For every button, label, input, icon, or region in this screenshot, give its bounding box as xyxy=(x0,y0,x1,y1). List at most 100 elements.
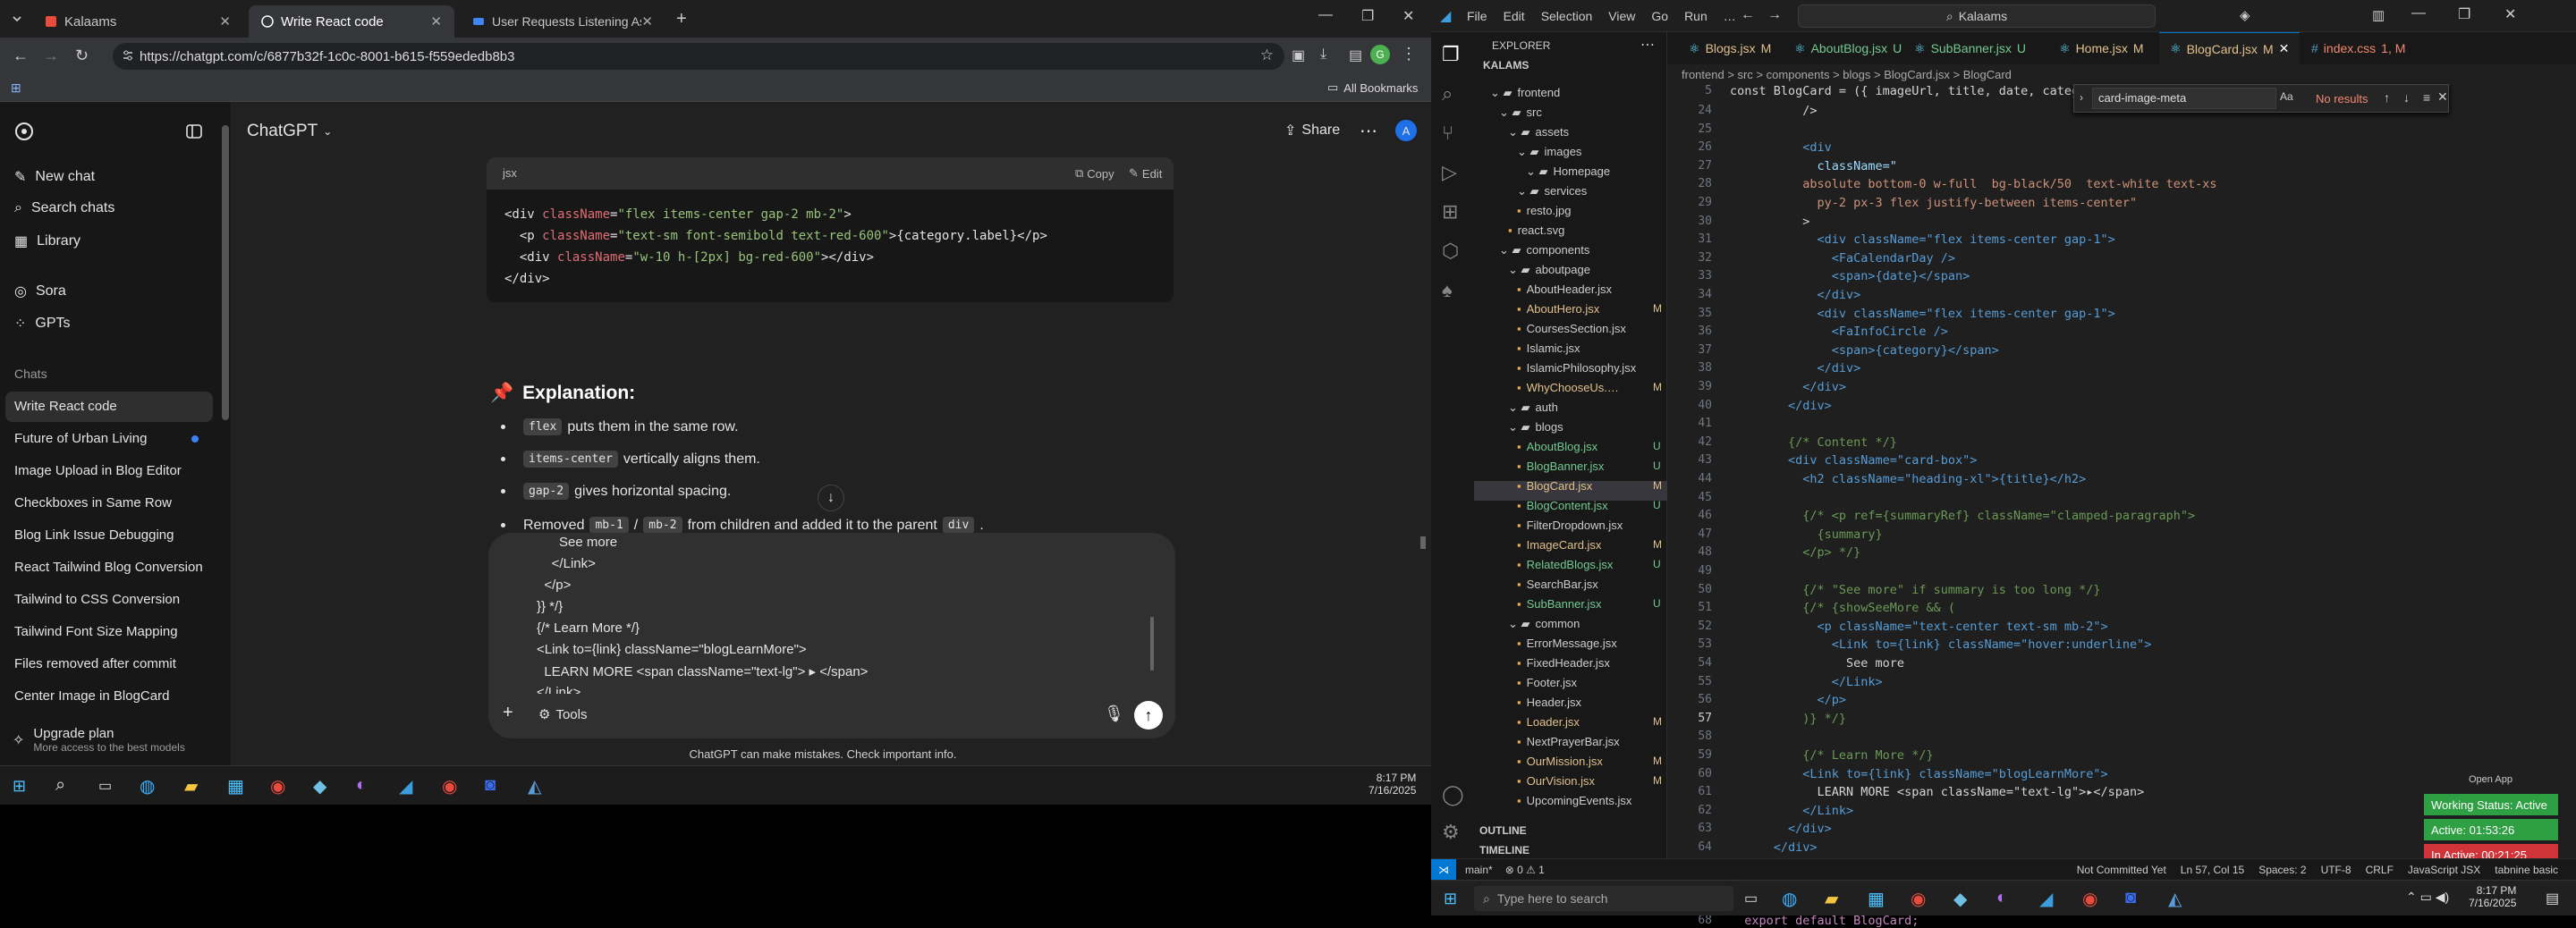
taskbar-search-icon[interactable]: ⌕ xyxy=(55,775,65,796)
chat-item[interactable]: Write React code xyxy=(14,399,117,414)
system-tray-icon[interactable]: ⌃ ▭ ◀) xyxy=(2406,890,2449,905)
tree-file[interactable]: ▪ FilterDropdown.jsx xyxy=(1517,519,1623,532)
tree-file[interactable]: ▪ WhyChooseUs.… xyxy=(1517,381,1619,394)
copilot-icon[interactable]: ◈ xyxy=(2240,7,2250,23)
tree-folder[interactable]: ⌄ ▰ aboutpage xyxy=(1508,263,1590,277)
page-scrollbar[interactable] xyxy=(1420,536,1426,549)
task-view-icon[interactable]: ▭ xyxy=(1744,890,1758,907)
windows-start-icon[interactable]: ⊞ xyxy=(1444,890,1457,908)
chrome-icon[interactable]: ◉ xyxy=(442,775,457,797)
tree-folder[interactable]: ⌄ ▰ components xyxy=(1499,243,1589,257)
new-chat-button[interactable]: ✎ New chat xyxy=(14,168,95,186)
maximize-window-icon[interactable]: ❐ xyxy=(1361,7,1374,25)
git-blame[interactable]: Not Committed Yet xyxy=(2077,864,2166,876)
settings-gear-icon[interactable]: ⚙ xyxy=(1442,821,1460,844)
extensions-icon[interactable]: ⊞ xyxy=(1442,200,1458,224)
language-mode[interactable]: JavaScript JSX xyxy=(2408,864,2480,876)
editor-tab[interactable]: ⚛ AboutBlog.jsx U xyxy=(1784,32,1912,64)
taskbar-search-box[interactable]: ⌕ Type here to search xyxy=(1474,886,1733,911)
tree-folder[interactable]: ⌄ ▰ assets xyxy=(1508,125,1569,139)
tree-file[interactable]: ▪ BlogBanner.jsx xyxy=(1517,460,1604,473)
clock[interactable]: 8:17 PM 7/16/2025 xyxy=(1368,772,1416,797)
menu-selection[interactable]: Selection xyxy=(1541,9,1593,23)
editor-tab[interactable]: ⚛ SubBanner.jsx U xyxy=(1903,32,2037,64)
back-icon[interactable]: ← xyxy=(13,46,29,65)
find-input[interactable]: card-image-meta xyxy=(2092,88,2276,109)
user-avatar[interactable]: A xyxy=(1395,120,1417,141)
edit-code-button[interactable]: ✎ Edit xyxy=(1129,166,1162,181)
tree-file[interactable]: ▪ Loader.jsx xyxy=(1517,715,1580,729)
file-explorer-icon[interactable]: ▰ xyxy=(184,775,198,797)
site-info-icon[interactable] xyxy=(122,49,134,62)
next-match-icon[interactable]: ↓ xyxy=(2403,90,2410,105)
more-actions-icon[interactable]: ⋯ xyxy=(1640,36,1655,54)
chat-item[interactable]: React Tailwind Blog Conversion xyxy=(14,560,203,575)
sora-button[interactable]: ◎ Sora xyxy=(14,283,66,300)
menu-run[interactable]: Run xyxy=(1684,9,1707,23)
search-chats-button[interactable]: ⌕ Search chats xyxy=(14,200,114,216)
maximize-window-icon[interactable]: ❐ xyxy=(2458,5,2470,23)
chrome-menu-icon[interactable]: ⋮ xyxy=(1401,45,1417,63)
tree-file[interactable]: ▪ SubBanner.jsx xyxy=(1517,597,1601,611)
copy-code-button[interactable]: ⧉ Copy xyxy=(1075,166,1114,181)
tabnine-status[interactable]: tabnine basic xyxy=(2495,864,2558,876)
layout-icon[interactable]: ▥ xyxy=(2372,7,2385,23)
bookmark-star-icon[interactable]: ☆ xyxy=(1260,46,1274,64)
forward-icon[interactable]: → xyxy=(43,46,59,65)
downloads-icon[interactable]: ⤓ xyxy=(1320,46,1326,63)
chrome-icon[interactable]: ◉ xyxy=(1911,888,1926,910)
browser-tab-kalaams[interactable]: Kalaams ✕ xyxy=(32,5,243,38)
profile-avatar[interactable]: G xyxy=(1370,45,1390,64)
chat-item[interactable]: Tailwind Font Size Mapping xyxy=(14,624,178,639)
add-attachment-icon[interactable]: + xyxy=(503,703,513,723)
close-tab-icon[interactable]: ✕ xyxy=(2279,41,2290,56)
remote-icon[interactable]: ⬡ xyxy=(1442,240,1459,263)
share-button[interactable]: ⇪ Share xyxy=(1284,122,1340,139)
tree-file[interactable]: ▪ BlogCard.jsx xyxy=(1517,479,1592,493)
tree-folder[interactable]: ⌄ ▰ images xyxy=(1517,145,1581,159)
chrome-icon[interactable]: ◉ xyxy=(2082,888,2097,910)
tree-file[interactable]: ▪ OurVision.jsx xyxy=(1517,774,1595,788)
model-selector[interactable]: ChatGPT ⌄ xyxy=(247,122,332,141)
close-window-icon[interactable]: ✕ xyxy=(2504,5,2516,23)
store-icon[interactable]: ▦ xyxy=(1868,888,1885,910)
chrome-icon[interactable]: ◉ xyxy=(270,775,285,797)
chat-item[interactable]: Future of Urban Living xyxy=(14,431,147,446)
tree-folder[interactable]: ⌄ ▰ blogs xyxy=(1508,420,1563,434)
edge-icon[interactable]: ◍ xyxy=(140,775,155,797)
apps-grid-icon[interactable]: ⊞ xyxy=(11,80,21,96)
tree-file[interactable]: ▪ ImageCard.jsx xyxy=(1517,538,1601,552)
close-tab-icon[interactable]: ✕ xyxy=(430,13,442,30)
workspace-root[interactable]: KALAMS xyxy=(1483,59,1529,72)
chat-item[interactable]: Checkboxes in Same Row xyxy=(14,495,172,510)
github-icon[interactable]: ◐ xyxy=(1996,888,2007,908)
editor-tab[interactable]: # index.css 1, M xyxy=(2301,32,2416,64)
github-icon[interactable]: ◐ xyxy=(356,775,367,796)
tree-file[interactable]: ▪ Header.jsx xyxy=(1517,696,1581,709)
more-options-icon[interactable]: ⋯ xyxy=(1360,120,1377,142)
explorer-icon[interactable]: ❐ xyxy=(1442,43,1460,66)
app-icon[interactable]: ◆ xyxy=(313,775,326,797)
extensions-icon[interactable]: ▣ xyxy=(1292,46,1305,64)
expand-replace-icon[interactable]: › xyxy=(2080,91,2083,104)
minimize-window-icon[interactable]: — xyxy=(1318,7,1333,23)
store-icon[interactable]: ▦ xyxy=(227,775,244,797)
scroll-down-icon[interactable]: ↓ xyxy=(818,485,844,511)
tree-file[interactable]: ▪ AboutHero.jsx xyxy=(1517,302,1599,316)
all-bookmarks[interactable]: ▭ All Bookmarks xyxy=(1327,80,1418,95)
editor-tab[interactable]: ⚛ Blogs.jsx M xyxy=(1678,32,1782,64)
nav-back-icon[interactable]: ← xyxy=(1741,7,1755,23)
edge-icon[interactable]: ◍ xyxy=(1782,888,1797,910)
task-view-icon[interactable]: ▭ xyxy=(98,777,112,795)
vscode-icon[interactable]: ◢ xyxy=(2039,888,2053,910)
tree-folder[interactable]: ⌄ ▰ common xyxy=(1508,617,1580,631)
address-bar[interactable]: https://chatgpt.com/c/6877b32f-1c0c-8001… xyxy=(113,43,1284,70)
tree-file[interactable]: ▪ Islamic.jsx xyxy=(1517,342,1580,355)
tree-file[interactable]: ▪ AboutHeader.jsx xyxy=(1517,283,1612,296)
menu-file[interactable]: File xyxy=(1467,9,1487,23)
chat-item[interactable]: Blog Link Issue Debugging xyxy=(14,527,174,543)
tree-folder[interactable]: ⌄ ▰ Homepage xyxy=(1526,165,1610,179)
open-app-label[interactable]: Open App xyxy=(2469,774,2512,785)
composer-scrollbar[interactable] xyxy=(1150,617,1154,671)
openai-logo-icon[interactable] xyxy=(14,122,34,141)
